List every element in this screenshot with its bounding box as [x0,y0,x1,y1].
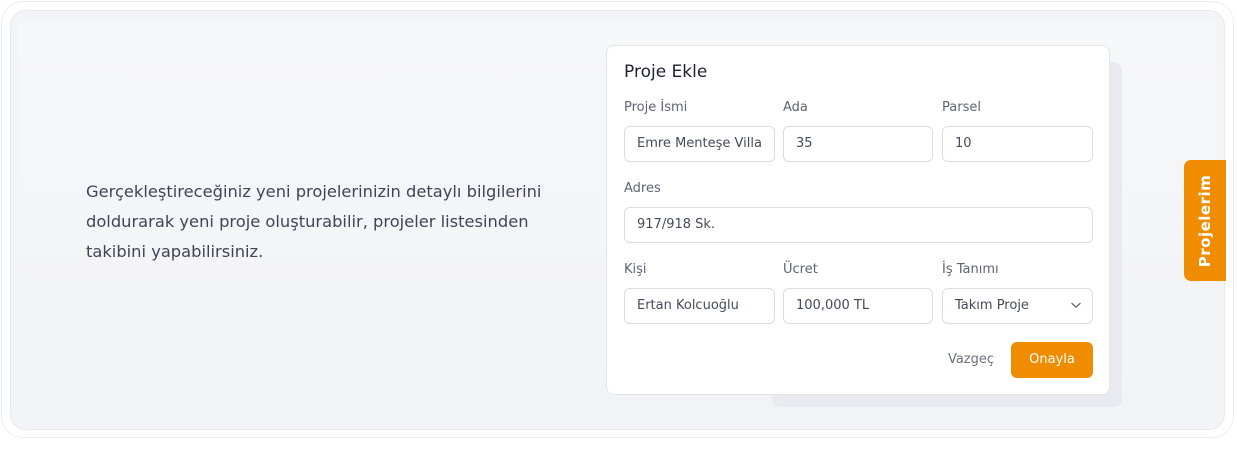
chevron-down-icon [1071,302,1081,308]
address-label: Adres [624,181,661,196]
fee-input[interactable]: 100,000 TL [783,288,933,324]
feature-description: Gerçekleştireceğiniz yeni projelerinizin… [86,182,542,261]
person-input[interactable]: Ertan Kolcuoğlu [624,288,775,324]
job-description-label: İş Tanımı [942,262,999,277]
project-name-label: Proje İsmi [624,100,688,115]
my-projects-tab[interactable]: Projelerim [1184,160,1226,281]
parcel-input[interactable]: 10 [942,126,1093,162]
card-title: Proje Ekle [624,62,708,82]
block-label: Ada [783,100,808,115]
project-name-input[interactable]: Emre Menteşe Villa [624,126,775,162]
person-label: Kişi [624,262,647,277]
fee-label: Ücret [783,262,818,277]
job-description-value: Takım Proje [955,298,1029,313]
job-description-select[interactable]: Takım Proje [942,288,1093,324]
my-projects-tab-label: Projelerim [1196,174,1214,267]
parcel-label: Parsel [942,100,981,115]
cancel-button[interactable]: Vazgeç [938,342,1004,378]
block-input[interactable]: 35 [783,126,933,162]
confirm-button[interactable]: Onayla [1011,342,1093,378]
address-input[interactable]: 917/918 Sk. [624,207,1093,243]
